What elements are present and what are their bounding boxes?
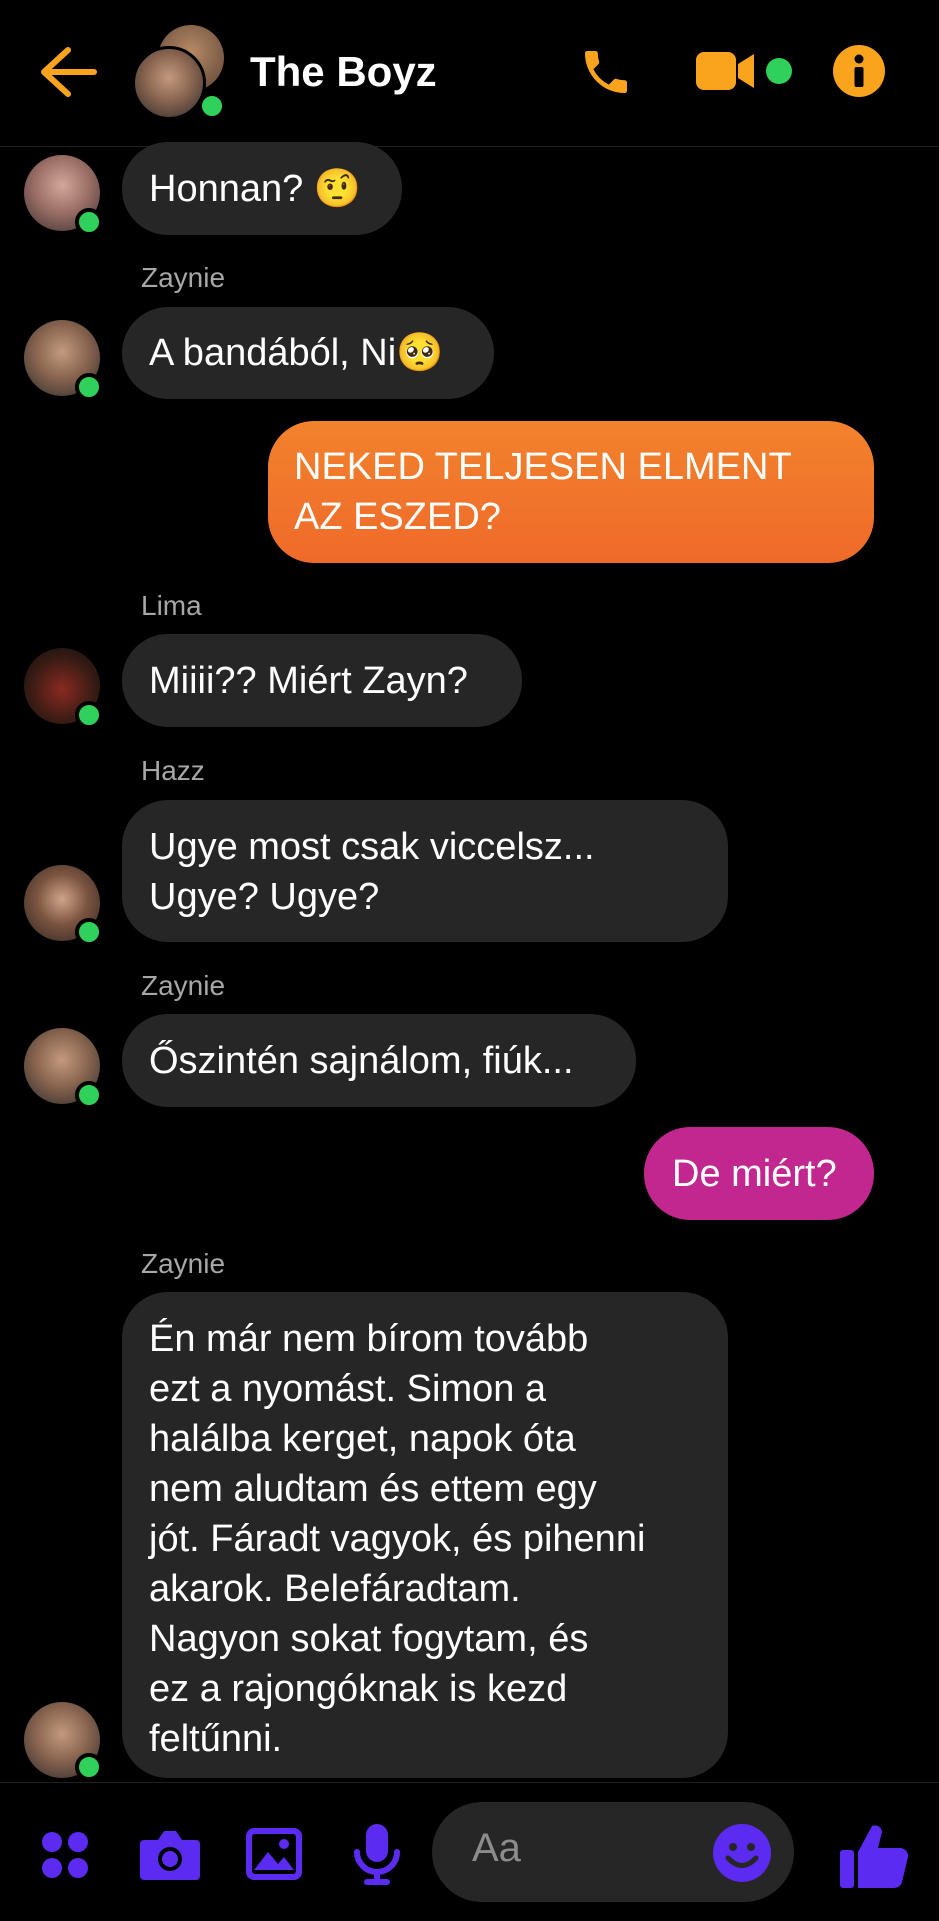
sender-name: Zaynie: [141, 1248, 226, 1279]
apps-icon[interactable]: [40, 1830, 90, 1880]
message-bubble[interactable]: Ugye most csak viccelsz... Ugye? Ugye?: [122, 800, 728, 942]
sender-name: Zaynie: [141, 262, 226, 293]
message-bubble[interactable]: Honnan? 🤨: [122, 142, 402, 235]
microphone-icon[interactable]: [352, 1822, 402, 1888]
message-text: Ugye most csak viccelsz... Ugye? Ugye?: [149, 826, 595, 918]
chat-header: The Boyz: [0, 0, 939, 147]
sender-name: Lima: [141, 590, 202, 621]
phone-icon[interactable]: [578, 44, 634, 100]
active-call-indicator: [766, 58, 792, 84]
message-bubble[interactable]: Miiii?? Miért Zayn?: [122, 634, 522, 727]
message-bubble[interactable]: A bandából, Ni🥺: [122, 307, 494, 399]
image-icon[interactable]: [244, 1826, 304, 1882]
arrow-left-icon[interactable]: [38, 46, 98, 98]
camera-icon[interactable]: [138, 1828, 202, 1882]
message-text: NEKED TELJESEN ELMENT AZ ESZED?: [294, 446, 792, 538]
online-indicator: [75, 1081, 103, 1109]
message-text: De miért?: [672, 1153, 837, 1195]
online-indicator: [75, 918, 103, 946]
message-text: Én már nem bírom tovább ezt a nyomást. S…: [149, 1318, 646, 1760]
online-indicator: [75, 373, 103, 401]
online-indicator: [198, 92, 226, 120]
chat-title[interactable]: The Boyz: [250, 48, 437, 96]
message-input-placeholder: Aa: [472, 1826, 521, 1870]
video-camera-icon[interactable]: [694, 50, 758, 92]
my-message-bubble[interactable]: De miért?: [644, 1127, 874, 1220]
sender-name: Zaynie: [141, 970, 226, 1001]
online-indicator: [75, 701, 103, 729]
sender-name: Hazz: [141, 755, 205, 786]
online-indicator: [75, 1753, 103, 1781]
avatar: [132, 46, 206, 120]
message-text: Őszintén sajnálom, fiúk...: [149, 1040, 574, 1082]
message-text: A bandából, Ni🥺: [149, 332, 444, 374]
message-text: Honnan? 🤨: [149, 168, 362, 210]
my-message-bubble[interactable]: NEKED TELJESEN ELMENT AZ ESZED?: [268, 421, 874, 563]
thumbs-up-icon[interactable]: [838, 1820, 910, 1890]
message-bubble[interactable]: Én már nem bírom tovább ezt a nyomást. S…: [122, 1292, 728, 1778]
message-text: Miiii?? Miért Zayn?: [149, 660, 468, 702]
info-icon[interactable]: [832, 44, 886, 98]
message-bubble[interactable]: Őszintén sajnálom, fiúk...: [122, 1014, 636, 1107]
emoji-icon[interactable]: [712, 1823, 772, 1883]
online-indicator: [75, 208, 103, 236]
message-input[interactable]: Aa: [432, 1802, 794, 1902]
